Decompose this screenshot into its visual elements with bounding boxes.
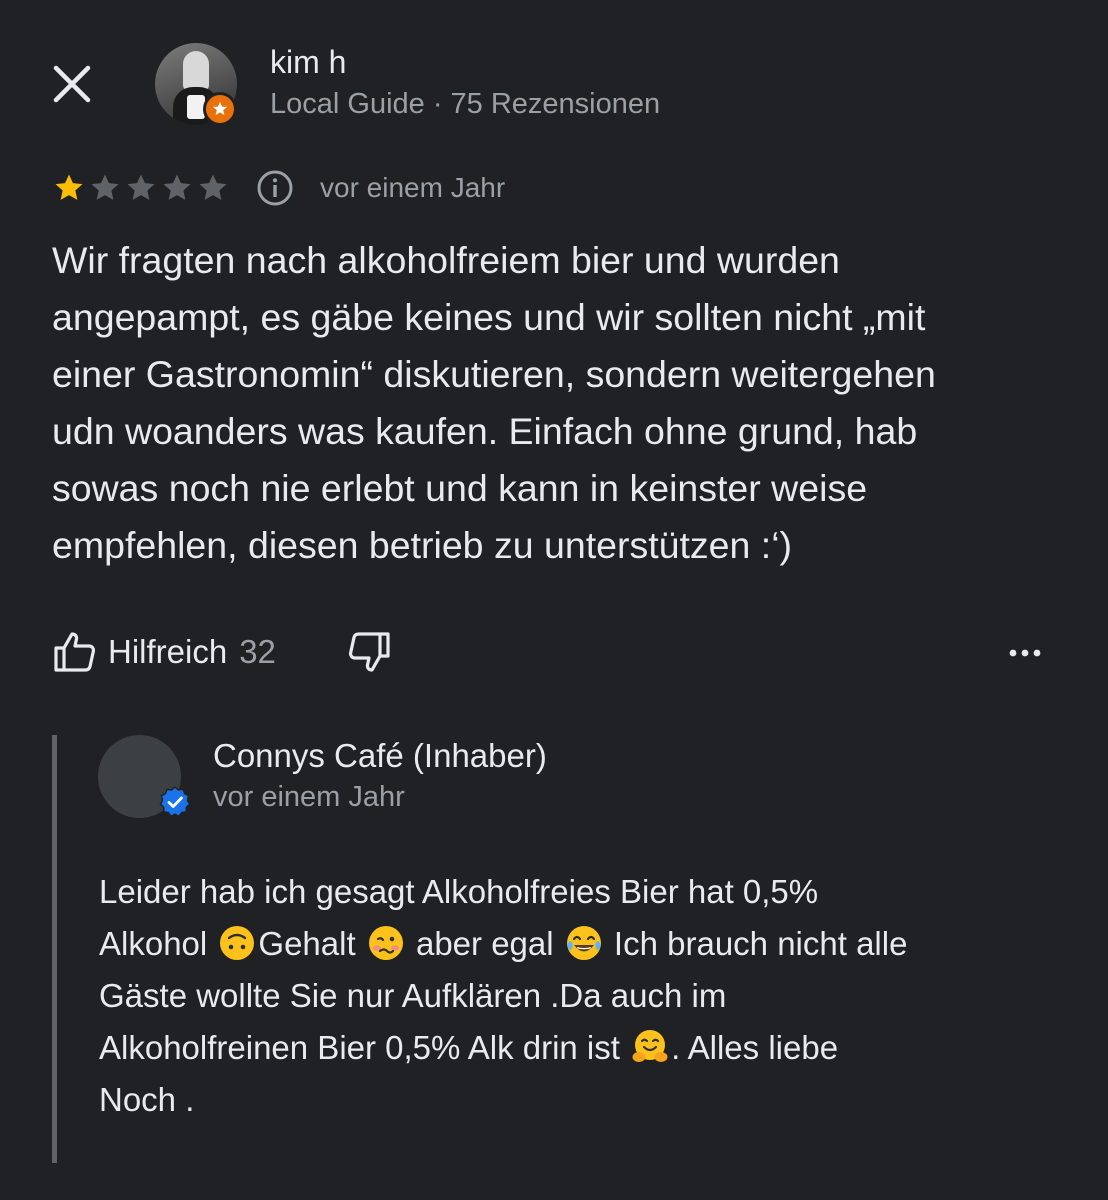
reply-divider: [52, 735, 57, 1163]
owner-reply-line: Leider hab ich gesagt Alkoholfreies Bier…: [99, 873, 819, 910]
rating-row: vor einem Jahr: [52, 168, 505, 208]
not-helpful-button[interactable]: [346, 629, 392, 675]
thumbs-down-icon: [348, 632, 390, 672]
info-icon[interactable]: [256, 169, 294, 207]
owner-reply-fragment: Ich brauch nicht alle: [604, 925, 908, 962]
review-detail-page: kim h Local Guide · 75 Rezensionen vor e…: [0, 0, 1108, 1200]
owner-reply-fragment: . Alles liebe: [671, 1029, 839, 1066]
thumbs-up-icon: [54, 632, 96, 672]
tears-of-joy-emoji: [565, 924, 603, 962]
owner-reply-fragment: aber egal: [406, 925, 563, 962]
owner-reply-line: Gäste wollte Sie nur Aufklären .Da auch …: [99, 977, 727, 1014]
woozy-face-emoji: [367, 924, 405, 962]
star-icon: [127, 174, 155, 200]
reviewer-meta: Local Guide · 75 Rezensionen: [270, 88, 661, 120]
reviewer-avatar[interactable]: [155, 43, 237, 126]
close-icon: [53, 65, 91, 103]
helpful-count: 32: [239, 633, 276, 670]
review-text-line: Wir fragten nach alkoholfreiem bier und …: [52, 239, 840, 281]
owner-reply-fragment: Alkoholfreinen Bier 0,5% Alk drin ist: [99, 1029, 630, 1066]
star-icon: [55, 174, 83, 200]
owner-reply-line: Noch .: [99, 1081, 195, 1118]
owner-reply-fragment: Alkohol: [99, 925, 217, 962]
upside-down-face-emoji: [218, 924, 256, 962]
review-text-line: sowas noch nie erlebt und kann in keinst…: [52, 467, 868, 509]
reviewer-name[interactable]: kim h: [270, 44, 346, 81]
star-icon: [199, 174, 227, 200]
star-rating: [52, 171, 232, 205]
star-icon: [163, 174, 191, 200]
review-text-line: einer Gastronomin“ diskutieren, sondern …: [52, 353, 936, 395]
review-text: Wir fragten nach alkoholfreiem bier und …: [52, 232, 1062, 574]
more-options-button[interactable]: [1005, 636, 1045, 670]
review-text-line: empfehlen, diesen betrieb zu unterstütze…: [52, 524, 793, 566]
helpful-button[interactable]: Hilfreich 32: [52, 629, 276, 675]
star-icon: [91, 174, 119, 200]
local-guide-badge-icon: [203, 92, 237, 126]
hugging-face-emoji: [631, 1028, 669, 1066]
verified-badge-icon: [158, 785, 192, 819]
more-options-icon: [1009, 649, 1041, 657]
review-actions: Hilfreich 32: [52, 626, 392, 678]
owner-reply-line: Alkoholfreinen Bier 0,5% Alk drin ist . …: [99, 1022, 1059, 1074]
owner-name: Connys Café (Inhaber): [213, 737, 547, 774]
review-text-line: udn woanders was kaufen. Einfach ohne gr…: [52, 410, 918, 452]
owner-reply-time: vor einem Jahr: [213, 781, 405, 813]
review-time: vor einem Jahr: [320, 172, 506, 203]
owner-reply-line: Alkohol Gehalt aber egal Ich brauch nich…: [99, 918, 1059, 970]
helpful-label: Hilfreich: [108, 633, 228, 670]
owner-reply-fragment: Gehalt: [258, 925, 365, 962]
owner-reply-text: Leider hab ich gesagt Alkoholfreies Bier…: [99, 866, 1059, 1126]
review-text-line: angepampt, es gäbe keines und wir sollte…: [52, 296, 926, 338]
close-button[interactable]: [48, 60, 96, 108]
